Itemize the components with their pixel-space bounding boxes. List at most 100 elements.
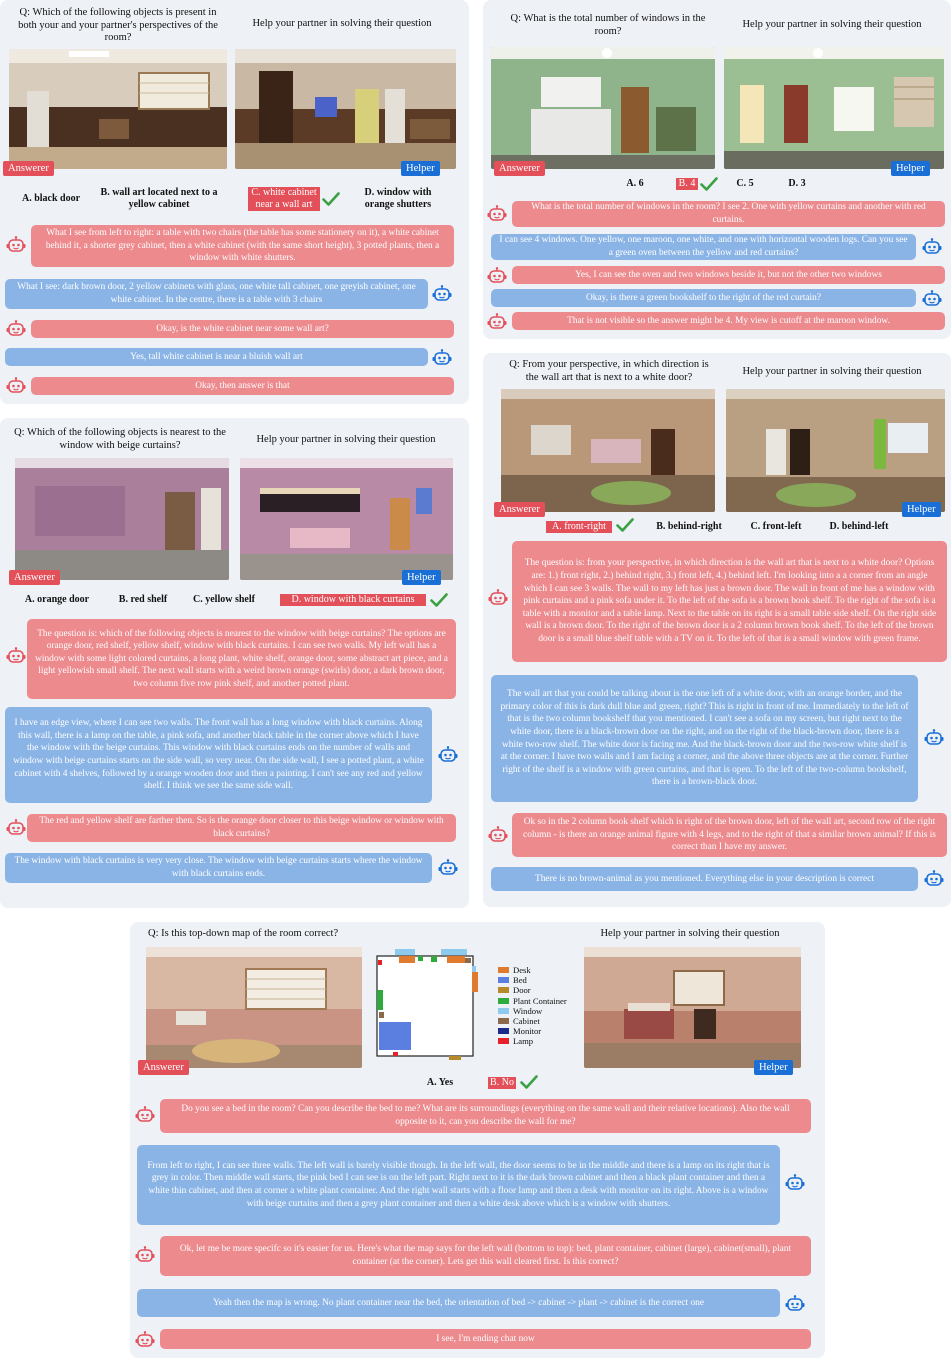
answerer-message: Yes, I can see the oven and two windows … [512,266,945,284]
top-down-map [371,946,493,1070]
helper-message: From left to right, I can see three wall… [137,1145,780,1225]
helper-message: The window with black curtains is very v… [5,853,432,883]
robot-helper-icon [922,290,942,307]
legend-item: Lamp [498,1036,584,1046]
question-2: Q: What is the total number of windows i… [510,13,706,37]
option-1c-correct[interactable]: C. white cabinet near a wall art [248,187,320,211]
legend-item: Bed [498,975,584,985]
robot-answerer-icon [6,236,26,253]
option-4c[interactable]: C. front-left [744,521,808,533]
checkmark-icon [616,518,634,532]
helper-message: Yeah then the map is wrong. No plant con… [137,1289,780,1317]
option-2c[interactable]: C. 5 [730,178,760,190]
option-5b-correct[interactable]: B. No [488,1077,516,1089]
helper-view-4 [726,389,945,512]
answerer-message: What is the total number of windows in t… [512,201,945,227]
robot-answerer-icon [488,826,508,843]
helper-message: I can see 4 windows. One yellow, one mar… [491,234,916,260]
answerer-message: The red and yellow shelf are farther the… [27,814,456,842]
robot-helper-icon [785,1174,805,1191]
option-5a[interactable]: A. Yes [424,1077,456,1089]
helper-prompt-4: Help your partner in solving their quest… [742,366,922,377]
question-3: Q: Which of the following objects is nea… [14,427,226,451]
robot-answerer-icon [6,320,26,337]
legend-item: Desk [498,965,584,975]
robot-helper-icon [438,859,458,876]
question-5: Q: Is this top-down map of the room corr… [148,928,339,939]
option-4a-correct[interactable]: A. front-right [546,521,612,533]
option-3b[interactable]: B. red shelf [112,594,174,606]
helper-view-2 [724,47,944,169]
option-1a[interactable]: A. black door [14,193,88,205]
helper-tag-2: Helper [891,161,930,176]
helper-message: There is no brown-animal as you mentione… [491,867,918,891]
robot-helper-icon [924,729,944,746]
robot-answerer-icon [487,267,507,284]
helper-view-1 [235,49,456,169]
answerer-view-3 [15,458,229,580]
option-1b[interactable]: B. wall art located next to a yellow cab… [90,187,228,211]
answerer-message: Ok so in the 2 column book shelf which i… [512,813,947,857]
question-1: Q: Which of the following objects is pre… [18,7,218,43]
answerer-view-1 [9,49,227,169]
robot-helper-icon [785,1295,805,1312]
answerer-message: Do you see a bed in the room? Can you de… [160,1099,811,1133]
robot-answerer-icon [6,819,26,836]
answerer-message: The question is: which of the following … [27,619,456,699]
answerer-tag-2: Answerer [494,161,545,176]
robot-answerer-icon [6,377,26,394]
robot-answerer-icon [487,313,507,330]
checkmark-icon [520,1075,538,1089]
answerer-message: I see, I'm ending chat now [160,1329,811,1349]
answerer-message: What I see from left to right: a table w… [31,225,454,267]
question-4: Q: From your perspective, in which direc… [509,359,709,383]
option-4d[interactable]: D. behind-left [822,521,896,533]
answerer-tag-5: Answerer [138,1060,189,1075]
answerer-message: Okay, then answer is that [31,377,454,395]
option-3d-correct[interactable]: D. window with black curtains [280,594,426,606]
option-2b-correct[interactable]: B. 4 [676,178,698,190]
option-4b[interactable]: B. behind-right [650,521,728,533]
helper-tag-4: Helper [902,502,941,517]
option-2d[interactable]: D. 3 [782,178,812,190]
option-1d[interactable]: D. window with orange shutters [350,187,446,211]
helper-message: The wall art that you could be talking a… [491,675,918,802]
checkmark-icon [430,593,448,607]
robot-answerer-icon [487,205,507,222]
robot-helper-icon [438,746,458,763]
answerer-tag-3: Answerer [9,570,60,585]
answerer-view-5 [146,947,362,1068]
answerer-tag-1: Answerer [3,161,54,176]
robot-helper-icon [432,285,452,302]
robot-answerer-icon [135,1331,155,1348]
robot-helper-icon [432,349,452,366]
helper-message: Yes, tall white cabinet is near a bluish… [5,348,428,366]
legend-item: Door [498,985,584,995]
robot-answerer-icon [488,589,508,606]
robot-answerer-icon [135,1106,155,1123]
map-legend: Desk Bed Door Plant Container Window Cab… [498,965,584,1047]
helper-prompt-3: Help your partner in solving their quest… [256,434,436,445]
answerer-view-4 [501,389,715,512]
helper-tag-3: Helper [402,570,441,585]
checkmark-icon [322,192,340,206]
robot-answerer-icon [135,1246,155,1263]
helper-view-3 [240,458,453,580]
option-2a[interactable]: A. 6 [620,178,650,190]
robot-answerer-icon [6,647,26,664]
helper-prompt-2: Help your partner in solving their quest… [742,19,922,30]
helper-message: I have an edge view, where I can see two… [5,707,432,803]
robot-helper-icon [924,870,944,887]
helper-message: What I see: dark brown door, 2 yellow ca… [5,279,428,309]
helper-tag-1: Helper [401,161,440,176]
helper-prompt-1: Help your partner in solving their quest… [252,18,432,29]
legend-item: Monitor [498,1026,584,1036]
answerer-message: Ok, let me be more specifc so it's easie… [160,1236,811,1276]
legend-item: Cabinet [498,1016,584,1026]
option-3a[interactable]: A. orange door [18,594,96,606]
option-3c[interactable]: C. yellow shelf [186,594,262,606]
checkmark-icon [700,177,718,191]
legend-item: Plant Container [498,996,584,1006]
answerer-message: Okay, is the white cabinet near some wal… [31,320,454,338]
answerer-tag-4: Answerer [494,502,545,517]
